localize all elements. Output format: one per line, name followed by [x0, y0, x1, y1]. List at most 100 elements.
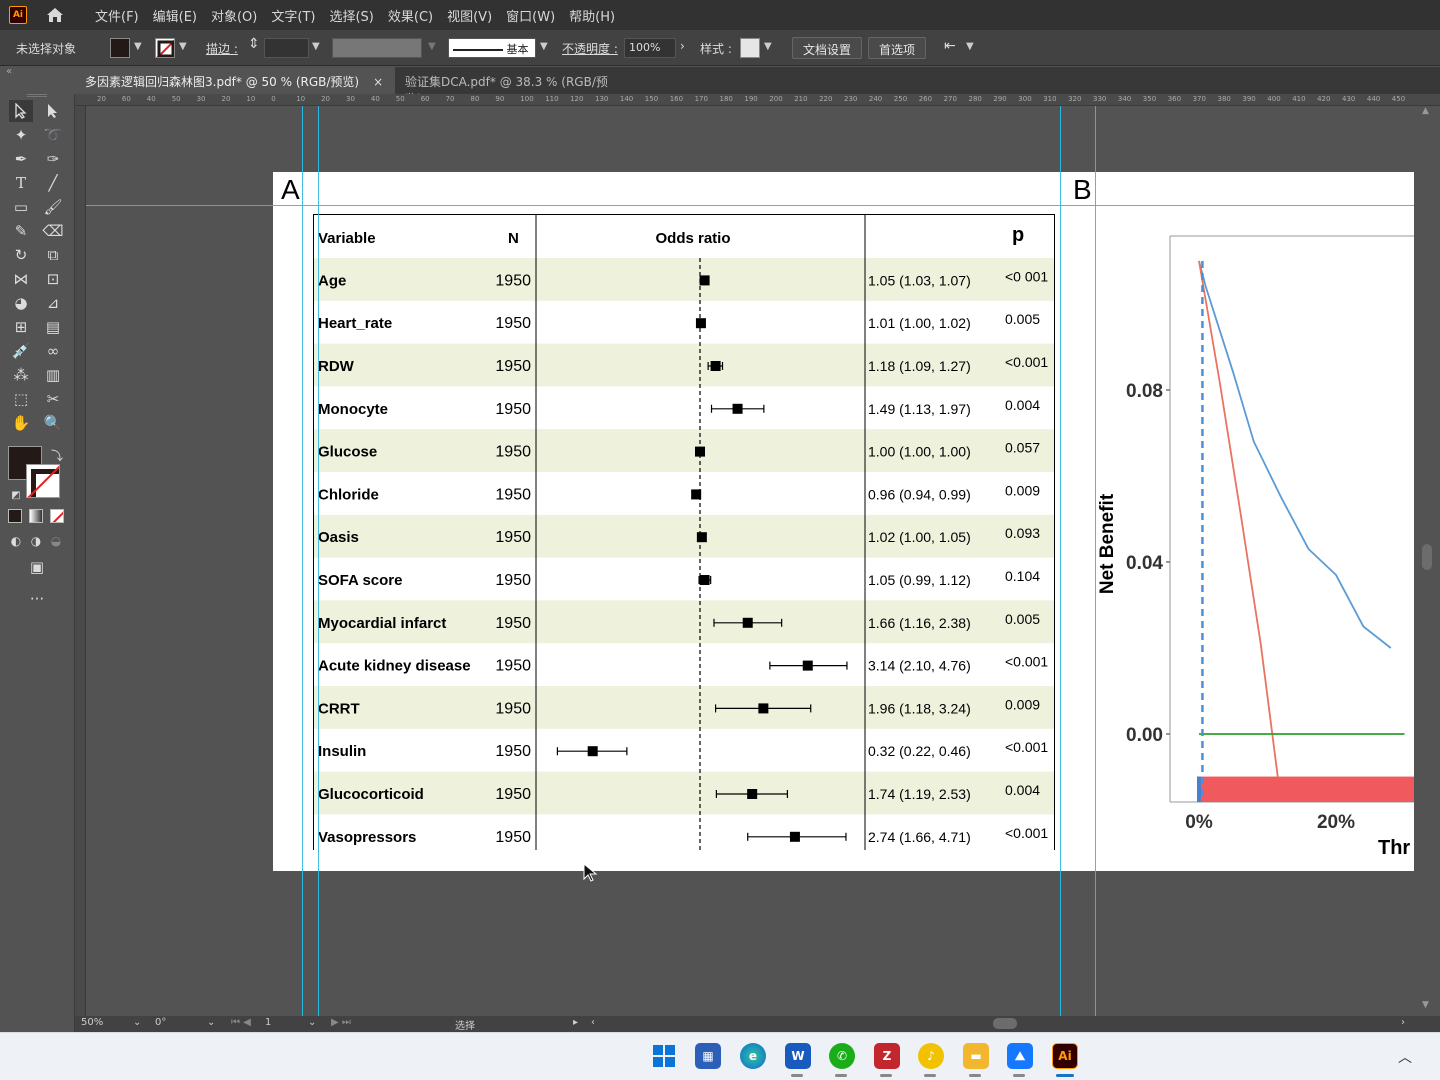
menu-item[interactable]: 文字(T)	[271, 6, 315, 25]
rotate-tool-icon[interactable]: ↻	[9, 244, 33, 266]
paintbrush-icon[interactable]: 🖌	[41, 196, 65, 218]
chevron-right-icon[interactable]: ›	[680, 39, 685, 53]
chevron-down-icon[interactable]: ⌄	[207, 1017, 215, 1028]
blend-tool-icon[interactable]: ∞	[41, 340, 65, 362]
fill-color-swatch[interactable]	[110, 38, 130, 58]
width-tool-icon[interactable]: ⋈	[9, 268, 33, 290]
menu-item[interactable]: 效果(C)	[388, 6, 433, 25]
close-icon[interactable]: ×	[373, 75, 383, 89]
more-tools-icon[interactable]: ···	[25, 588, 49, 610]
chevron-down-icon[interactable]: ▼	[966, 41, 974, 52]
menu-item[interactable]: 窗口(W)	[506, 6, 555, 25]
preferences-button[interactable]: 首选项	[868, 37, 927, 59]
arrange-icon[interactable]: ⇤	[944, 38, 956, 54]
column-graph-icon[interactable]: ▥	[41, 364, 65, 386]
zotero-icon[interactable]: Z	[874, 1043, 900, 1069]
free-transform-icon[interactable]: ⊡	[41, 268, 65, 290]
stroke-weight-input[interactable]	[264, 38, 309, 58]
lasso-icon[interactable]: ➰	[41, 124, 65, 146]
photos-app-icon[interactable]: ⛰	[1007, 1043, 1033, 1069]
zoom-tool-icon[interactable]: 🔍	[41, 412, 65, 434]
chevron-left-icon[interactable]: ‹	[591, 1017, 595, 1028]
edge-browser-icon[interactable]: e	[740, 1043, 766, 1069]
slice-tool-icon[interactable]: ✂	[41, 388, 65, 410]
chevron-up-icon[interactable]: ︿	[1398, 1047, 1412, 1067]
illustrator-taskbar-icon[interactable]: Ai	[1052, 1043, 1078, 1069]
artboard-number[interactable]: 1	[265, 1017, 271, 1028]
chevron-down-icon[interactable]: ⌄	[308, 1017, 316, 1028]
mesh-tool-icon[interactable]: ⊞	[9, 316, 33, 338]
chevron-down-icon[interactable]: ▼	[540, 41, 548, 52]
brush-definition[interactable]: 基本	[448, 38, 536, 58]
stroke-swatch[interactable]	[26, 464, 60, 498]
default-colors-icon[interactable]: ◩	[4, 484, 28, 506]
scroll-down-icon[interactable]: ▼	[1422, 1000, 1429, 1010]
chevron-down-icon[interactable]: ⌄	[133, 1017, 141, 1028]
shape-builder-icon[interactable]: ◕	[9, 292, 33, 314]
magic-wand-icon[interactable]: ✦	[9, 124, 33, 146]
chevron-down-icon[interactable]: ▼	[179, 41, 187, 52]
zoom-level[interactable]: 50%	[81, 1017, 103, 1028]
stepper-icon[interactable]: ⇕	[248, 36, 260, 52]
opacity-input[interactable]: 100%	[624, 38, 676, 58]
scrollbar-thumb[interactable]	[1422, 544, 1432, 570]
color-mode-icon[interactable]	[8, 509, 22, 523]
gradient-tool-icon[interactable]: ▤	[41, 316, 65, 338]
rectangle-tool-icon[interactable]: ▭	[9, 196, 33, 218]
tab-forest-plot[interactable]: 多因素逻辑回归森林图3.pdf* @ 50 % (RGB/预览) ×	[75, 67, 395, 94]
last-artboard-icon[interactable]: ▶ ⏭	[331, 1017, 351, 1028]
menu-item[interactable]: 编辑(E)	[153, 6, 197, 25]
curvature-tool-icon[interactable]: ✑	[41, 148, 65, 170]
home-icon[interactable]	[45, 5, 65, 25]
panel-grip[interactable]	[27, 94, 47, 97]
selection-tool-icon[interactable]	[9, 100, 33, 122]
rotation-value[interactable]: 0°	[155, 1017, 166, 1028]
perspective-grid-icon[interactable]: ⊿	[41, 292, 65, 314]
graphic-style-swatch[interactable]	[740, 38, 760, 58]
document-setup-button[interactable]: 文档设置	[792, 37, 863, 59]
pen-tool-icon[interactable]: ✒	[9, 148, 33, 170]
gradient-mode-icon[interactable]	[29, 509, 43, 523]
windows-start-icon[interactable]	[651, 1043, 677, 1069]
menu-item[interactable]: 选择(S)	[329, 6, 373, 25]
swap-colors-icon[interactable]: ⤵	[45, 444, 69, 466]
menu-item[interactable]: 视图(V)	[447, 6, 492, 25]
eraser-icon[interactable]: ⌫	[41, 220, 65, 242]
wechat-icon[interactable]: ✆	[829, 1043, 855, 1069]
chevron-down-icon[interactable]: ▼	[312, 41, 320, 52]
symbol-sprayer-icon[interactable]: ⁂	[9, 364, 33, 386]
type-tool-icon[interactable]: T	[9, 172, 33, 194]
direct-selection-tool-icon[interactable]	[41, 100, 65, 122]
eyedropper-icon[interactable]: 💉	[9, 340, 33, 362]
first-artboard-icon[interactable]: ⏮ ◀	[231, 1017, 251, 1028]
file-explorer-icon[interactable]: ▬	[963, 1043, 989, 1069]
horizontal-scroll-thumb[interactable]	[993, 1018, 1017, 1029]
vertical-scrollbar[interactable]: ▲ ▼	[1414, 106, 1440, 1016]
shaper-tool-icon[interactable]: ✎	[9, 220, 33, 242]
menu-item[interactable]: 帮助(H)	[569, 6, 615, 25]
scale-tool-icon[interactable]: ⧉	[41, 244, 65, 266]
variable-width-profile[interactable]	[332, 38, 422, 58]
canvas[interactable]: A B Variable N Odds ratio p Age 1950 1.05 (1.0…	[86, 106, 1414, 1016]
word-icon[interactable]: W	[785, 1043, 811, 1069]
scroll-up-icon[interactable]: ▲	[1422, 106, 1429, 116]
stroke-color-swatch[interactable]	[155, 38, 175, 58]
store-icon[interactable]: ▦	[695, 1043, 721, 1069]
line-tool-icon[interactable]: ╱	[41, 172, 65, 194]
chevron-right-icon[interactable]: ▸	[573, 1017, 578, 1028]
panel-collapse-icon[interactable]: «	[6, 66, 12, 77]
chevron-down-icon[interactable]: ▼	[134, 41, 142, 52]
draw-inside-icon[interactable]: ◒	[44, 530, 68, 552]
screen-mode-icon[interactable]: ▣	[25, 556, 49, 578]
tab-dca[interactable]: 验证集DCA.pdf* @ 38.3 % (RGB/预览)×	[395, 67, 655, 106]
menu-item[interactable]: 文件(F)	[95, 6, 139, 25]
menu-item[interactable]: 对象(O)	[211, 6, 257, 25]
artboard-tool-icon[interactable]: ⬚	[9, 388, 33, 410]
artboard[interactable]: A B Variable N Odds ratio p Age 1950 1.05 (1.0…	[273, 172, 1414, 871]
none-mode-icon[interactable]	[50, 509, 64, 523]
row-p-value: 0.004	[1005, 397, 1040, 413]
music-app-icon[interactable]: ♪	[918, 1043, 944, 1069]
chevron-down-icon[interactable]: ▼	[764, 41, 772, 52]
hand-tool-icon[interactable]: ✋	[9, 412, 33, 434]
chevron-right-icon[interactable]: ›	[1401, 1017, 1405, 1028]
